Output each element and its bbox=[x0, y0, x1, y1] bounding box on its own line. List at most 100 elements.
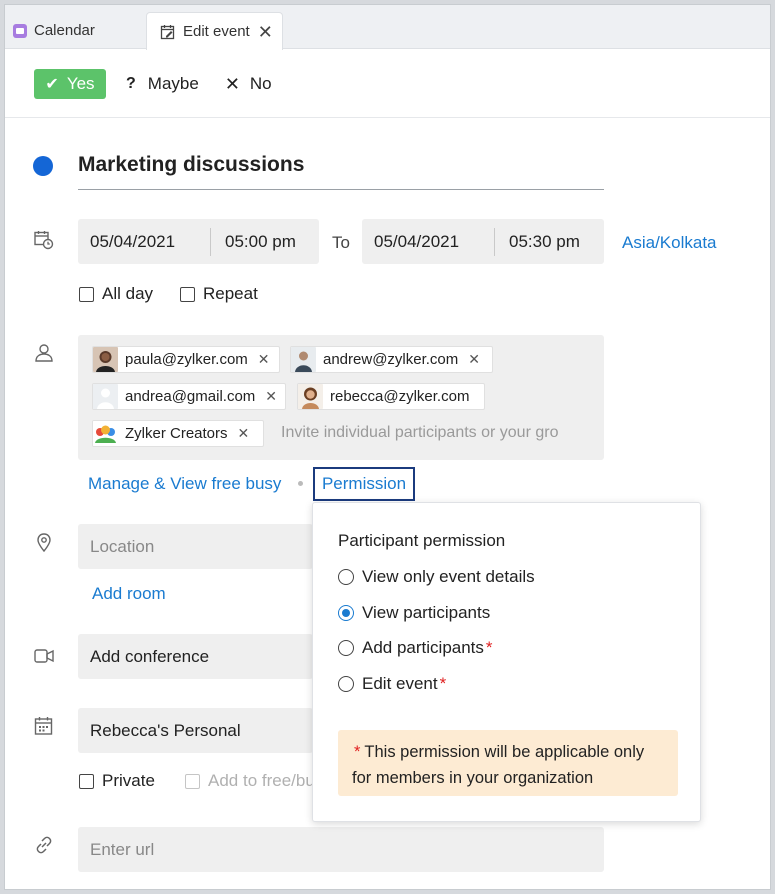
participants-field[interactable]: paula@zylker.com ✕ andrew@zylker.com ✕ a… bbox=[78, 335, 604, 460]
url-input[interactable]: Enter url bbox=[78, 827, 604, 872]
permission-option-view-details[interactable]: View only event details bbox=[338, 567, 535, 587]
required-star: * bbox=[439, 674, 447, 693]
rsvp-bar: ✔ Yes ? Maybe ✕ No bbox=[34, 69, 272, 99]
checkbox bbox=[180, 286, 195, 302]
permission-option-view-participants[interactable]: View participants bbox=[338, 603, 490, 623]
remove-icon[interactable]: ✕ bbox=[468, 351, 480, 368]
rsvp-yes-button[interactable]: ✔ Yes bbox=[34, 69, 106, 99]
free-busy-label: Add to free/bu bbox=[208, 771, 315, 790]
add-conference-field[interactable]: Add conference bbox=[78, 634, 313, 679]
location-pin-icon bbox=[33, 532, 55, 554]
permission-button[interactable]: Permission bbox=[313, 467, 415, 501]
edit-calendar-icon bbox=[160, 24, 176, 40]
link-icon bbox=[33, 834, 55, 856]
timezone-link[interactable]: Asia/Kolkata bbox=[622, 233, 717, 253]
avatar bbox=[298, 384, 323, 409]
add-conference-label: Add conference bbox=[90, 646, 210, 666]
option-label: View participants bbox=[362, 603, 491, 622]
private-checkbox[interactable]: Private bbox=[79, 771, 155, 791]
permission-note: * This permission will be applicable only… bbox=[338, 730, 678, 796]
popup-heading: Participant permission bbox=[338, 531, 506, 550]
note-text: This permission will be applicable only … bbox=[352, 743, 645, 787]
rsvp-no-label: No bbox=[249, 74, 272, 93]
video-camera-icon bbox=[33, 645, 55, 667]
option-label: View only event details bbox=[362, 567, 535, 586]
event-title-input[interactable]: Marketing discussions bbox=[78, 153, 604, 190]
participant-email: paula@zylker.com bbox=[125, 351, 248, 368]
calendar-app-icon bbox=[13, 23, 27, 38]
event-title: Marketing discussions bbox=[78, 153, 305, 176]
required-star: * bbox=[485, 638, 493, 657]
note-star: * bbox=[354, 743, 361, 761]
avatar bbox=[93, 347, 118, 372]
calendar-icon bbox=[33, 715, 55, 737]
checkbox bbox=[79, 286, 94, 302]
start-date-field[interactable]: 05/04/2021 bbox=[78, 227, 211, 256]
permission-label: Permission bbox=[321, 474, 407, 493]
cross-icon: ✕ bbox=[224, 73, 240, 94]
avatar bbox=[291, 347, 316, 372]
divider bbox=[5, 117, 770, 118]
checkbox bbox=[185, 773, 200, 789]
date-time-icon bbox=[33, 229, 55, 251]
start-time-field[interactable]: 05:00 pm bbox=[211, 232, 296, 252]
question-icon: ? bbox=[126, 75, 136, 92]
check-icon: ✔ bbox=[45, 76, 59, 93]
rsvp-maybe-label: Maybe bbox=[147, 74, 199, 93]
checkbox bbox=[79, 773, 94, 789]
participant-email: andrea@gmail.com bbox=[125, 388, 256, 405]
participant-email: rebecca@zylker.com bbox=[330, 388, 470, 405]
all-day-label: All day bbox=[102, 284, 154, 303]
tab-bar: Calendar Edit event ✕ bbox=[5, 5, 770, 50]
remove-icon[interactable]: ✕ bbox=[238, 425, 250, 442]
tab-edit-event-label: Edit event bbox=[183, 23, 250, 40]
end-date-field[interactable]: 05/04/2021 bbox=[362, 227, 495, 256]
rsvp-maybe-button[interactable]: ? Maybe bbox=[126, 74, 199, 94]
private-label: Private bbox=[102, 771, 155, 790]
location-placeholder: Location bbox=[90, 536, 155, 556]
option-label: Edit event bbox=[362, 674, 438, 693]
radio-button-selected bbox=[338, 605, 354, 621]
invite-input[interactable]: Invite individual participants or your g… bbox=[281, 424, 581, 442]
add-room-link[interactable]: Add room bbox=[92, 584, 166, 604]
permission-option-edit-event[interactable]: Edit event * bbox=[338, 674, 446, 694]
repeat-checkbox[interactable]: Repeat bbox=[180, 284, 258, 304]
calendar-select-value: Rebecca's Personal bbox=[90, 720, 241, 740]
radio-button bbox=[338, 569, 354, 585]
option-label: Add participants bbox=[362, 638, 484, 657]
end-datetime: 05/04/2021 05:30 pm bbox=[362, 219, 604, 264]
start-datetime: 05/04/2021 05:00 pm bbox=[78, 219, 319, 264]
group-avatar bbox=[93, 421, 118, 446]
person-icon bbox=[33, 342, 55, 364]
participant-email: andrew@zylker.com bbox=[323, 351, 459, 368]
permission-option-add-participants[interactable]: Add participants * bbox=[338, 638, 493, 658]
participant-chip[interactable]: paula@zylker.com ✕ bbox=[92, 346, 280, 373]
location-input[interactable]: Location bbox=[78, 524, 313, 569]
group-chip[interactable]: Zylker Creators ✕ bbox=[92, 420, 264, 447]
remove-icon[interactable]: ✕ bbox=[265, 388, 277, 405]
permission-popup: Participant permission View only event d… bbox=[312, 502, 701, 822]
end-time-field[interactable]: 05:30 pm bbox=[495, 232, 580, 252]
radio-button bbox=[338, 640, 354, 656]
remove-icon[interactable]: ✕ bbox=[258, 351, 270, 368]
close-icon[interactable]: ✕ bbox=[258, 23, 273, 41]
tab-calendar-label: Calendar bbox=[34, 22, 95, 39]
to-label: To bbox=[332, 233, 350, 252]
avatar bbox=[93, 384, 118, 409]
event-color-dot[interactable] bbox=[33, 156, 53, 176]
edit-event-window: Calendar Edit event ✕ ✔ Yes ? Maybe ✕ No… bbox=[4, 4, 771, 890]
participant-chip[interactable]: rebecca@zylker.com bbox=[297, 383, 485, 410]
manage-free-busy-link[interactable]: Manage & View free busy bbox=[88, 474, 281, 494]
participant-chip[interactable]: andrew@zylker.com ✕ bbox=[290, 346, 493, 373]
separator-dot bbox=[298, 481, 303, 486]
all-day-checkbox[interactable]: All day bbox=[79, 284, 153, 304]
rsvp-yes-label: Yes bbox=[66, 74, 95, 93]
rsvp-no-button[interactable]: ✕ No bbox=[225, 74, 272, 95]
radio-button bbox=[338, 676, 354, 692]
participant-chip[interactable]: andrea@gmail.com ✕ bbox=[92, 383, 286, 410]
calendar-select[interactable]: Rebecca's Personal bbox=[78, 708, 313, 753]
group-name: Zylker Creators bbox=[125, 425, 228, 442]
tab-edit-event[interactable]: Edit event ✕ bbox=[146, 12, 283, 50]
tab-calendar[interactable]: Calendar bbox=[13, 12, 145, 49]
repeat-label: Repeat bbox=[203, 284, 258, 303]
